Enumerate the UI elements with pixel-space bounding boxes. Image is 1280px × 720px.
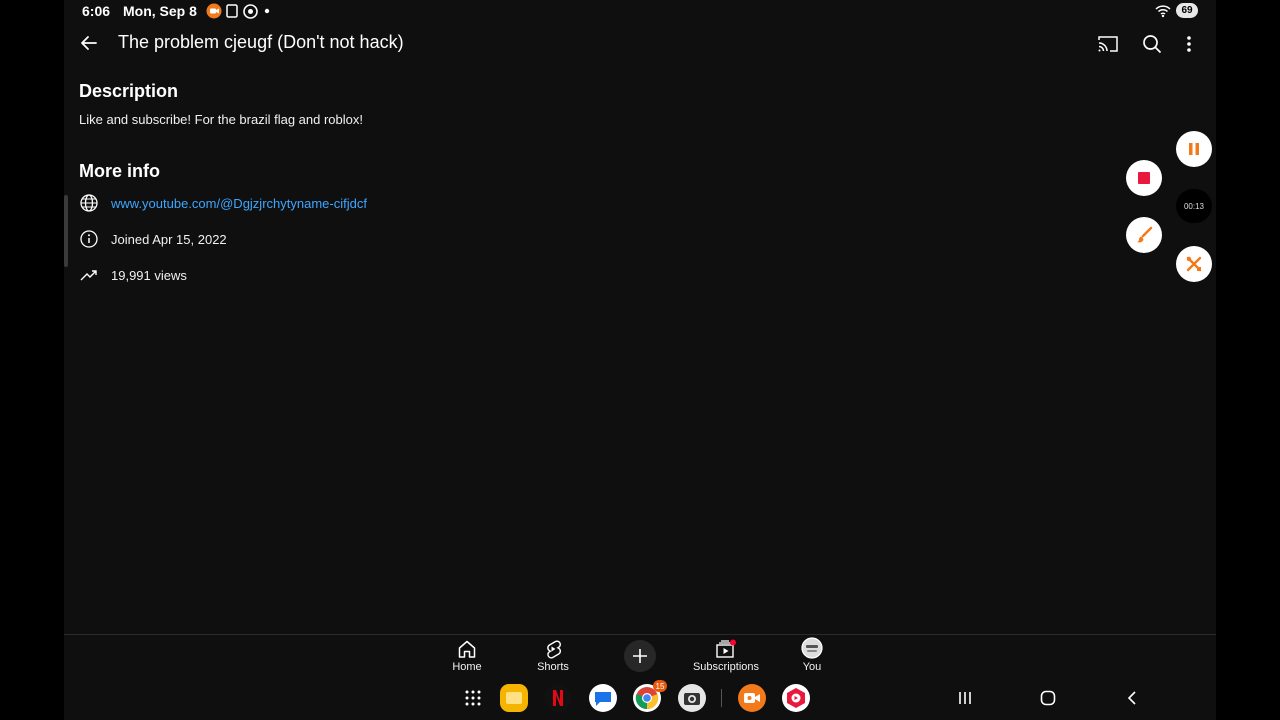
screen-recorder-app-icon[interactable] [738, 684, 766, 712]
channel-link-row[interactable]: www.youtube.com/@Dgjzjrchytyname-cifjdcf [79, 193, 367, 213]
nav-subscriptions-label: Subscriptions [692, 661, 760, 673]
more-info-heading: More info [79, 161, 160, 181]
recorder-stop-button[interactable] [1126, 160, 1162, 196]
home-circle-icon [1040, 690, 1056, 706]
messages-app-icon[interactable] [589, 684, 617, 712]
stop-icon [1138, 172, 1150, 184]
search-button[interactable] [1140, 32, 1164, 56]
joined-date: Joined Apr 15, 2022 [111, 231, 227, 247]
camera-app-icon[interactable] [678, 684, 706, 712]
app-drawer-button[interactable] [459, 684, 487, 712]
info-icon [79, 229, 99, 249]
recorder-notification-icon [206, 3, 222, 19]
pause-icon [1189, 143, 1199, 155]
youtube-studio-app-icon[interactable] [782, 684, 810, 712]
chevron-left-icon [1127, 691, 1136, 705]
taskbar-divider [721, 689, 722, 707]
more-options-button[interactable] [1177, 32, 1201, 56]
tools-icon [1186, 256, 1202, 272]
channel-link[interactable]: www.youtube.com/@Dgjzjrchytyname-cifjdcf [111, 196, 367, 211]
description-text: Like and subscribe! For the brazil flag … [79, 112, 363, 127]
nav-shorts[interactable]: Shorts [508, 637, 598, 673]
home-icon [422, 637, 512, 659]
chrome-notification-icon [243, 3, 258, 19]
plus-icon [633, 649, 647, 663]
status-time: 6:06 [82, 3, 111, 19]
cast-button[interactable] [1096, 32, 1120, 56]
description-heading: Description [79, 81, 179, 101]
recorder-tools-button[interactable] [1176, 246, 1212, 282]
views-row: 19,991 views [79, 265, 187, 285]
chrome-app-icon[interactable]: 15 [633, 680, 667, 712]
status-bar: 6:06 Mon, Sep 8 69 [0, 0, 1280, 22]
nav-shorts-label: Shorts [537, 661, 569, 673]
subscriptions-icon [681, 637, 771, 659]
avatar [767, 637, 857, 659]
system-back-button[interactable] [1120, 688, 1144, 708]
brush-icon [1137, 226, 1153, 243]
trending-up-icon [79, 265, 99, 285]
recording-timer: 00:13 [1176, 189, 1212, 223]
back-button[interactable] [78, 32, 100, 54]
scroll-indicator[interactable] [64, 195, 68, 267]
view-count: 19,991 views [111, 267, 187, 283]
screenshot-notification-icon [225, 3, 239, 19]
bottom-nav-divider [64, 634, 1216, 635]
recorder-draw-button[interactable] [1126, 217, 1162, 253]
search-icon [1143, 35, 1162, 54]
recorder-pause-button[interactable] [1176, 131, 1212, 167]
more-notifications-dot-icon [264, 3, 270, 19]
status-date: Mon, Sep 8 [123, 3, 197, 19]
app-screen [64, 0, 1216, 720]
chrome-notification-badge: 15 [653, 680, 667, 692]
files-app-icon[interactable] [500, 684, 528, 712]
wifi-icon [1155, 3, 1171, 19]
shorts-icon [508, 637, 598, 659]
nav-subscriptions[interactable]: Subscriptions [681, 637, 771, 673]
page-title: The problem cjeugf (Don't not hack) [118, 32, 404, 52]
home-system-button[interactable] [1036, 688, 1060, 708]
netflix-app-icon[interactable] [544, 684, 572, 712]
nav-home-label: Home [452, 661, 482, 673]
arrow-left-icon [81, 36, 97, 50]
apps-grid-icon [465, 690, 481, 706]
nav-you[interactable]: You [767, 637, 857, 673]
recents-icon [959, 692, 971, 704]
cast-icon [1098, 36, 1118, 52]
nav-you-label: You [802, 661, 822, 673]
more-vert-icon [1187, 36, 1191, 52]
create-button[interactable] [624, 640, 656, 672]
globe-icon [79, 193, 99, 213]
recent-apps-button[interactable] [953, 688, 977, 708]
nav-home[interactable]: Home [422, 637, 512, 673]
battery-indicator: 69 [1176, 3, 1198, 18]
joined-row: Joined Apr 15, 2022 [79, 229, 227, 249]
